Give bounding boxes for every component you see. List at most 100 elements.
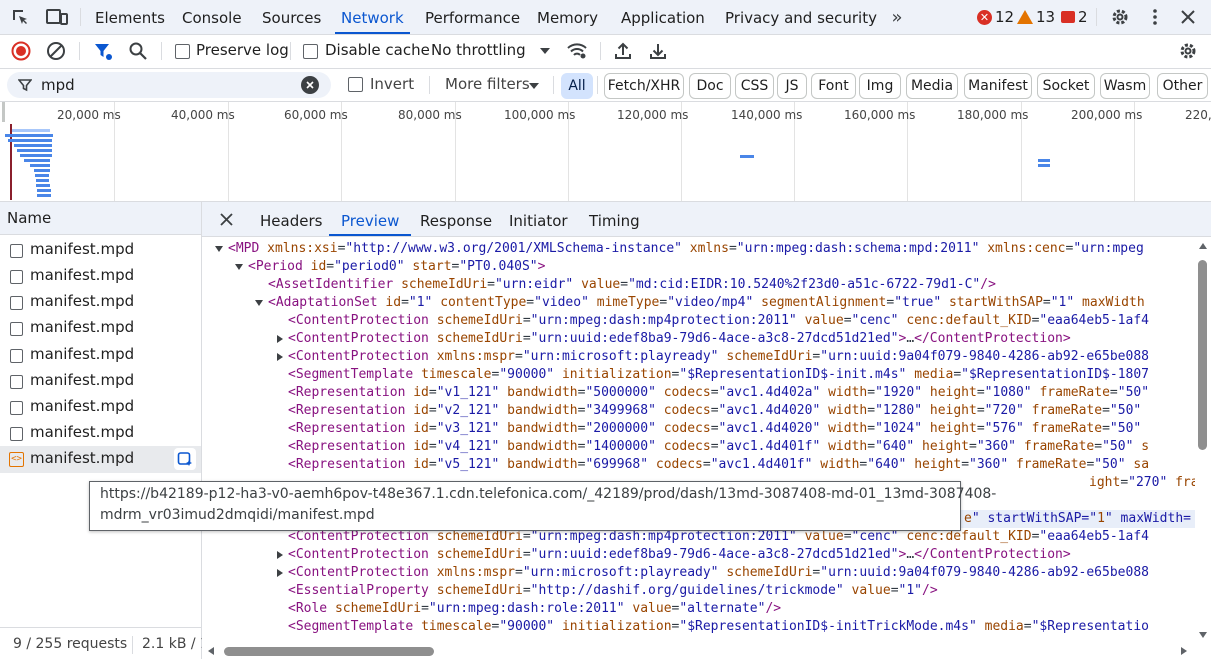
search-icon[interactable] bbox=[128, 41, 148, 61]
scroll-down-icon[interactable] bbox=[1199, 632, 1207, 638]
type-filter-font[interactable]: Font bbox=[811, 73, 856, 99]
network-overview-timeline[interactable]: 20,000 ms 40,000 ms 60,000 ms 80,000 ms … bbox=[0, 102, 1211, 202]
record-stop-icon[interactable] bbox=[11, 41, 31, 61]
tab-initiator[interactable]: Initiator bbox=[509, 202, 568, 236]
tab-headers[interactable]: Headers bbox=[260, 202, 322, 236]
expand-arrow-right-icon[interactable] bbox=[277, 335, 283, 343]
type-filter-js[interactable]: JS bbox=[777, 73, 807, 99]
expand-arrow-right-icon[interactable] bbox=[277, 569, 283, 577]
xml-node-line[interactable]: <ContentProtection schemeIdUri="urn:uuid… bbox=[202, 330, 1195, 348]
tab-network[interactable]: Network bbox=[335, 0, 410, 34]
filter-input[interactable]: mpd bbox=[41, 76, 75, 94]
type-filter-fetch-xhr[interactable]: Fetch/XHR bbox=[604, 73, 684, 99]
tab-preview[interactable]: Preview bbox=[328, 202, 412, 236]
warning-count-badge[interactable]: 13 bbox=[1017, 0, 1055, 34]
close-detail-icon[interactable] bbox=[218, 211, 234, 227]
filter-input-box[interactable]: mpd bbox=[7, 72, 331, 98]
expand-arrow-right-icon[interactable] bbox=[277, 551, 283, 559]
xml-node-line[interactable]: <SegmentTemplate timescale="90000" initi… bbox=[202, 366, 1195, 384]
request-row[interactable]: manifest.mpd bbox=[0, 237, 201, 263]
type-filter-all[interactable]: All bbox=[561, 73, 593, 99]
type-filter-other[interactable]: Other bbox=[1157, 73, 1208, 99]
xml-node-line[interactable]: <AssetIdentifier schemeIdUri="urn:eidr" … bbox=[202, 276, 1195, 294]
xml-node-line[interactable]: <Representation id="v3_121" bandwidth="2… bbox=[202, 420, 1195, 438]
scroll-left-icon[interactable] bbox=[208, 647, 214, 655]
tab-elements[interactable]: Elements bbox=[95, 0, 165, 34]
vertical-scrollbar[interactable] bbox=[1195, 240, 1211, 644]
type-filter-manifest[interactable]: Manifest bbox=[964, 73, 1032, 99]
xml-node-line[interactable]: <SegmentTemplate timescale="90000" initi… bbox=[202, 618, 1195, 636]
xml-preview-tree[interactable]: <MPD xmlns:xsi="http://www.w3.org/2001/X… bbox=[202, 240, 1195, 644]
network-conditions-icon[interactable] bbox=[566, 41, 588, 61]
throttling-select[interactable]: No throttling bbox=[431, 41, 526, 59]
xml-node-line[interactable]: <Period id="period0" start="PT0.040S"> bbox=[202, 258, 1195, 276]
request-row[interactable]: manifest.mpd bbox=[0, 368, 201, 394]
more-filters-dropdown[interactable]: More filters bbox=[445, 75, 530, 93]
xml-node-line[interactable]: <ContentProtection xmlns:mspr="urn:micro… bbox=[202, 348, 1195, 366]
xml-node-line[interactable]: <ContentProtection schemeIdUri="urn:uuid… bbox=[202, 546, 1195, 564]
ask-ai-sparkle-icon[interactable] bbox=[174, 448, 196, 470]
scroll-right-icon[interactable] bbox=[1181, 647, 1187, 655]
settings-gear-icon[interactable] bbox=[1110, 7, 1130, 27]
xml-node-line[interactable]: <Representation id="v1_121" bandwidth="5… bbox=[202, 384, 1195, 402]
tab-memory[interactable]: Memory bbox=[537, 0, 598, 34]
preserve-log-checkbox[interactable] bbox=[175, 44, 190, 59]
xml-node-line[interactable]: <Representation id="v2_121" bandwidth="3… bbox=[202, 402, 1195, 420]
throttling-chevron-down-icon[interactable] bbox=[539, 45, 551, 57]
tab-performance[interactable]: Performance bbox=[425, 0, 520, 34]
type-filter-wasm[interactable]: Wasm bbox=[1100, 73, 1150, 99]
xml-node-line[interactable]: <Representation id="v5_121" bandwidth="6… bbox=[202, 456, 1195, 474]
invert-checkbox[interactable] bbox=[348, 77, 363, 92]
disable-cache-checkbox[interactable] bbox=[303, 44, 318, 59]
type-filter-doc[interactable]: Doc bbox=[689, 73, 731, 99]
xml-node-line[interactable]: <Representation id="v4_121" bandwidth="1… bbox=[202, 438, 1195, 456]
invert-label[interactable]: Invert bbox=[370, 75, 414, 93]
preserve-log-label[interactable]: Preserve log bbox=[196, 41, 289, 59]
request-row[interactable]: manifest.mpd bbox=[0, 315, 201, 341]
xml-node-line[interactable]: <AdaptationSet id="1" contentType="video… bbox=[202, 294, 1195, 312]
type-filter-media[interactable]: Media bbox=[906, 73, 958, 99]
expand-arrow-down-icon[interactable] bbox=[255, 300, 263, 306]
name-column-header[interactable]: Name bbox=[7, 209, 51, 227]
more-options-icon[interactable] bbox=[1145, 7, 1165, 27]
request-row[interactable]: manifest.mpd bbox=[0, 420, 201, 446]
request-row[interactable]: manifest.mpd bbox=[0, 394, 201, 420]
vertical-scroll-thumb[interactable] bbox=[1198, 260, 1207, 450]
more-filters-chevron-down-icon[interactable] bbox=[528, 80, 540, 92]
horizontal-scroll-thumb[interactable] bbox=[224, 647, 434, 656]
more-tabs-icon[interactable]: » bbox=[886, 7, 908, 28]
disable-cache-label[interactable]: Disable cache bbox=[325, 41, 430, 59]
request-row-selected[interactable]: <> manifest.mpd bbox=[0, 446, 201, 473]
clear-filter-icon[interactable] bbox=[301, 76, 319, 94]
type-filter-socket[interactable]: Socket bbox=[1037, 73, 1095, 99]
xml-node-line[interactable]: <Role schemeIdUri="urn:mpeg:dash:role:20… bbox=[202, 600, 1195, 618]
horizontal-scrollbar[interactable] bbox=[202, 644, 1195, 659]
xml-node-line[interactable]: <ContentProtection xmlns:mspr="urn:micro… bbox=[202, 564, 1195, 582]
inspect-element-icon[interactable] bbox=[10, 7, 30, 27]
export-har-icon[interactable] bbox=[648, 41, 668, 61]
tab-sources[interactable]: Sources bbox=[262, 0, 321, 34]
request-row[interactable]: manifest.mpd bbox=[0, 342, 201, 368]
clear-log-icon[interactable] bbox=[46, 41, 66, 61]
tab-privacy-and-security[interactable]: Privacy and security bbox=[725, 0, 877, 34]
tab-console[interactable]: Console bbox=[182, 0, 242, 34]
expand-arrow-down-icon[interactable] bbox=[215, 246, 223, 252]
close-devtools-icon[interactable] bbox=[1178, 7, 1198, 27]
filter-icon[interactable] bbox=[93, 41, 113, 61]
device-toolbar-icon[interactable] bbox=[46, 7, 68, 27]
tab-response[interactable]: Response bbox=[420, 202, 492, 236]
import-har-icon[interactable] bbox=[613, 41, 633, 61]
error-count-badge[interactable]: ✕ 12 bbox=[977, 0, 1014, 34]
issues-count-badge[interactable]: 2 bbox=[1061, 0, 1088, 34]
tab-application[interactable]: Application bbox=[621, 0, 705, 34]
request-row[interactable]: manifest.mpd bbox=[0, 289, 201, 315]
xml-node-line[interactable]: <MPD xmlns:xsi="http://www.w3.org/2001/X… bbox=[202, 240, 1195, 258]
expand-arrow-down-icon[interactable] bbox=[235, 264, 243, 270]
network-settings-gear-icon[interactable] bbox=[1178, 41, 1198, 61]
type-filter-img[interactable]: Img bbox=[859, 73, 901, 99]
expand-arrow-right-icon[interactable] bbox=[277, 353, 283, 361]
xml-node-line[interactable]: <EssentialProperty schemeIdUri="http://d… bbox=[202, 582, 1195, 600]
tab-timing[interactable]: Timing bbox=[589, 202, 640, 236]
request-row[interactable]: manifest.mpd bbox=[0, 263, 201, 289]
request-list-header[interactable]: Name bbox=[0, 202, 201, 235]
